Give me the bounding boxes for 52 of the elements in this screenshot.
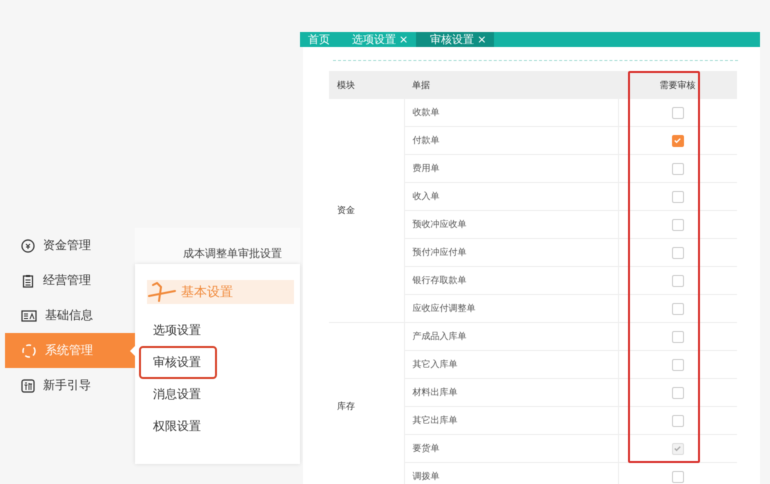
submenu-item[interactable]: 选项设置	[139, 314, 217, 346]
group-title: 基本设置	[181, 284, 233, 301]
submenu-item[interactable]: 权限设置	[139, 410, 217, 442]
submenu-item[interactable]: 审核设置	[139, 346, 217, 378]
sidebar-item[interactable]: 基础信息	[5, 298, 135, 333]
submenu-item[interactable]: 消息设置	[139, 378, 217, 410]
table-cell: 其它入库单	[404, 350, 618, 378]
checkbox[interactable]	[672, 190, 684, 202]
table-cell: 要货单	[404, 434, 618, 462]
table-cell: 付款单	[404, 126, 618, 154]
checkbox[interactable]	[672, 358, 684, 370]
table-cell: 调拨单	[404, 462, 618, 484]
checkbox[interactable]	[672, 218, 684, 230]
new-badge-icon	[21, 378, 35, 392]
submenu-link[interactable]: 成本调整单审批设置	[135, 228, 300, 264]
checkbox[interactable]	[672, 162, 684, 174]
table-cell: 库存	[329, 322, 404, 484]
id-card-icon	[21, 308, 37, 322]
checkbox[interactable]	[672, 470, 684, 482]
checkbox[interactable]	[672, 134, 684, 146]
column-header: 单据	[404, 71, 618, 99]
sidebar-item[interactable]: 新手引导	[5, 368, 135, 403]
sidebar-item[interactable]: 资金管理	[5, 228, 135, 263]
checkbox[interactable]	[672, 386, 684, 398]
table-cell: 产成品入库单	[404, 322, 618, 350]
checkbox[interactable]	[672, 246, 684, 258]
table-cell: 材料出库单	[404, 378, 618, 406]
checkbox[interactable]	[672, 106, 684, 118]
checkbox[interactable]	[672, 414, 684, 426]
table-cell: 收款单	[404, 99, 618, 126]
table-cell: 预付冲应付单	[404, 238, 618, 266]
check-icon	[673, 136, 682, 145]
tools-icon	[147, 281, 177, 303]
dotted-circle-icon	[21, 342, 37, 358]
table-cell: 银行存取款单	[404, 266, 618, 294]
column-header: 需要审核	[618, 71, 737, 99]
table-cell: 资金	[329, 99, 404, 322]
table-cell: 费用单	[404, 154, 618, 182]
check-icon	[673, 444, 682, 453]
sidebar-item[interactable]: 经营管理	[5, 263, 135, 298]
coin-icon	[21, 238, 35, 252]
column-header: 模块	[329, 71, 404, 99]
table-cell: 收入单	[404, 182, 618, 210]
checkbox[interactable]	[672, 302, 684, 314]
table-cell: 其它出库单	[404, 406, 618, 434]
close-tab-button[interactable]: ×	[477, 33, 486, 46]
checkbox[interactable]	[672, 330, 684, 342]
tab[interactable]: 审核设置 ×	[416, 32, 494, 47]
table-cell: 预收冲应收单	[404, 210, 618, 238]
checkbox[interactable]	[672, 274, 684, 286]
table-cell: 应收应付调整单	[404, 294, 618, 322]
clipboard-icon	[21, 274, 35, 288]
